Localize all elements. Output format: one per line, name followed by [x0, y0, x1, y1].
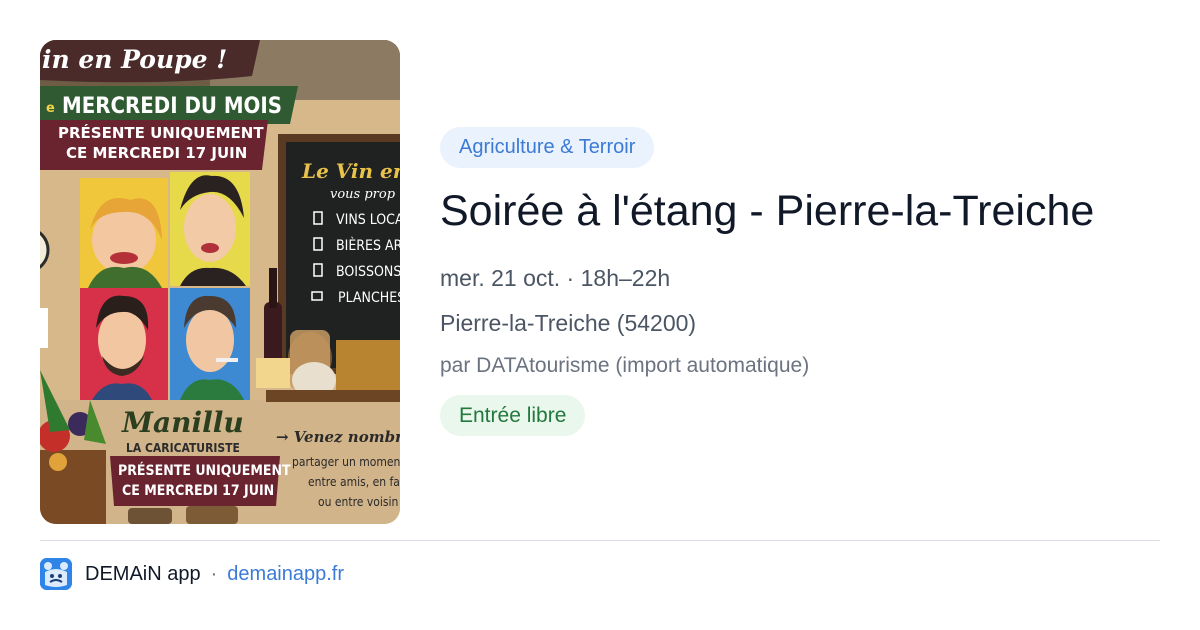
artist-name: Manillu — [121, 406, 244, 439]
event-date: mer. 21 oct. · 18h–22h — [440, 265, 671, 291]
poster-banner-prefix: e — [46, 101, 55, 116]
poster-bottom-line2: CE MERCREDI 17 JUIN — [122, 483, 274, 499]
footer-separator: · — [210, 562, 218, 585]
poster-subbanner-line1: PRÉSENTE UNIQUEMENT — [58, 123, 264, 142]
poster-cta-line-2: ou entre voisin — [318, 495, 398, 509]
poster-cta: → Venez nombr — [276, 428, 400, 446]
poster-bottom-line1: PRÉSENTE UNIQUEMENT — [118, 462, 291, 479]
chalkboard-title: Le Vin en — [301, 159, 400, 183]
footer: DEMAiN app · demainapp.fr — [40, 557, 344, 591]
price-badge: Entrée libre — [440, 395, 586, 436]
artist-role: LA CARICATURISTE — [126, 441, 240, 455]
event-title[interactable]: Soirée à l'étang - Pierre-la-Treiche — [440, 184, 1094, 238]
chalkboard-item-3: PLANCHES — [338, 290, 400, 306]
event-poster-image: in en Poupe ! e MERCREDI DU MOIS PRÉSENT… — [40, 40, 400, 524]
chalkboard-item-0: VINS LOCAU — [336, 212, 400, 228]
app-logo-icon[interactable] — [40, 558, 72, 590]
poster-cta-line-1: entre amis, en fa — [308, 475, 400, 489]
poster-cta-line-0: partager un momen — [292, 455, 400, 469]
footer-divider — [40, 540, 1160, 541]
chalkboard-sub: vous prop — [330, 187, 396, 202]
event-source: par DATAtourisme (import automatique) — [440, 354, 810, 377]
event-location: Pierre-la-Treiche (54200) — [440, 310, 697, 336]
app-domain-link[interactable]: demainapp.fr — [227, 563, 344, 586]
poster-banner: MERCREDI DU MOIS — [62, 94, 282, 119]
app-name: DEMAiN app — [85, 562, 201, 585]
poster-headline: in en Poupe ! — [42, 45, 227, 74]
category-badge[interactable]: Agriculture & Terroir — [440, 127, 655, 168]
poster-subbanner-line2: CE MERCREDI 17 JUIN — [66, 144, 247, 162]
chalkboard-item-1: BIÈRES ART — [336, 237, 400, 254]
chalkboard-item-2: BOISSONS S — [336, 264, 400, 280]
